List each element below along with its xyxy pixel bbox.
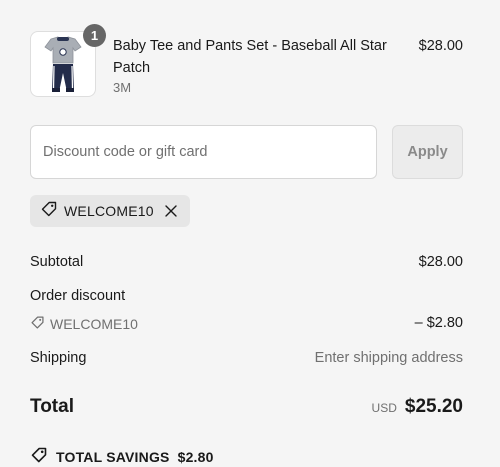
subtotal-value: $28.00 [418,254,463,270]
order-discount-value: – $2.80 [414,315,463,331]
applied-discount-chip: WELCOME10 [30,195,190,227]
product-variant: 3M [113,80,132,95]
line-item: 1 Baby Tee and Pants Set - Baseball All … [30,24,463,101]
currency-code: USD [371,401,397,415]
total-value: $25.20 [404,396,463,417]
total-value-group: USD $25.20 [372,396,463,418]
total-label: Total [30,396,74,417]
subtotal-label: Subtotal [30,254,84,270]
order-discount-code-label: WELCOME10 [50,316,138,332]
quantity-badge: 1 [83,24,106,47]
total-savings-label: TOTAL SAVINGS [56,448,170,465]
discount-code-input[interactable] [30,125,377,179]
product-price: $28.00 [418,38,463,54]
product-title: Baby Tee and Pants Set - Baseball All St… [113,38,387,76]
product-thumbnail: 1 [30,24,106,97]
total-savings-value: $2.80 [177,448,214,465]
tag-icon [40,200,58,223]
shipping-label: Shipping [30,350,87,366]
total-savings: TOTAL SAVINGS $2.80 [30,446,214,467]
shipping-value: Enter shipping address [314,350,463,366]
apply-discount-button[interactable]: Apply [392,125,463,179]
order-discount-label: Order discount [30,288,126,304]
order-summary: 1 Baby Tee and Pants Set - Baseball All … [0,0,500,467]
baby-outfit-icon [44,36,82,92]
remove-discount-close-icon[interactable] [162,202,180,220]
order-discount-code: WELCOME10 [30,315,138,333]
tag-icon [30,315,45,333]
tag-icon [30,446,48,467]
applied-discount-code: WELCOME10 [64,203,154,219]
